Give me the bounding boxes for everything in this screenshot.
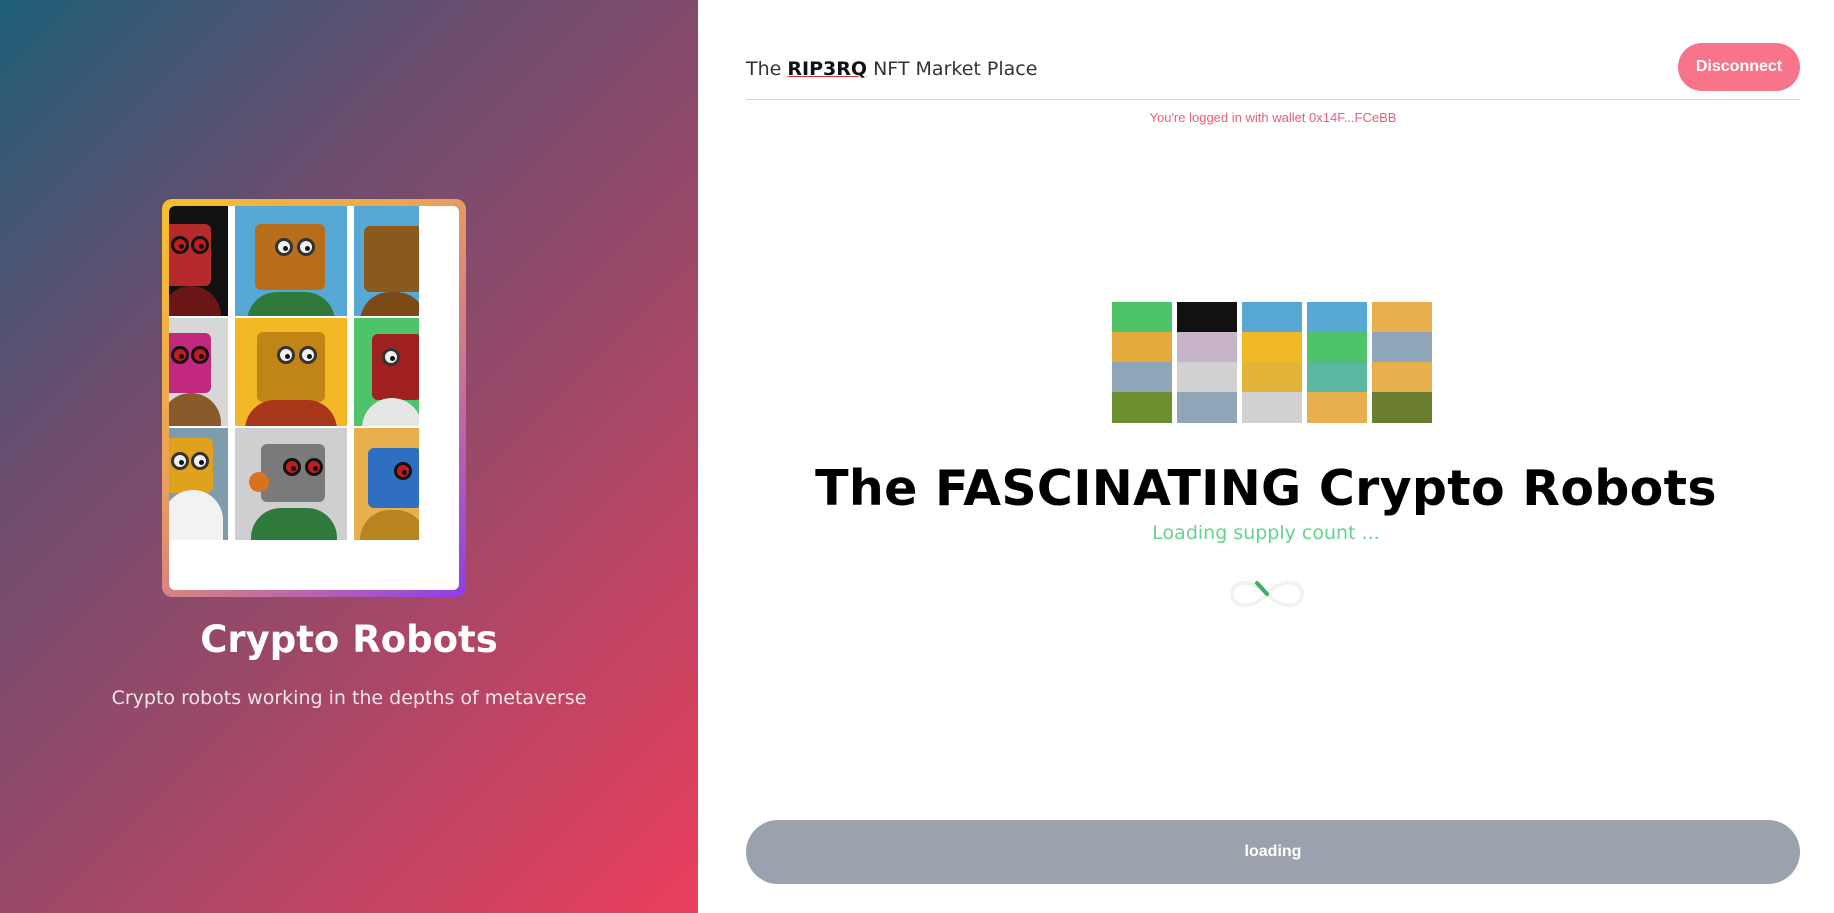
page-title: The FASCINATING Crypto Robots (815, 460, 1717, 517)
brand-suffix: NFT Market Place (873, 58, 1038, 80)
app-root: Crypto Robots Crypto robots working in t… (0, 0, 1834, 913)
wallet-notice: You're logged in with wallet 0x14F...FCe… (1149, 110, 1397, 125)
supply-status-text: Loading supply count ... (1152, 522, 1380, 544)
brand-prefix: The (746, 58, 782, 80)
brand-highlight[interactable]: RIP3RQ (787, 58, 867, 80)
collection-image-frame (162, 199, 466, 597)
mint-loading-button[interactable]: loading (746, 820, 1800, 884)
collection-description: Crypto robots working in the depths of m… (111, 687, 587, 709)
loading-spinner-icon (1229, 580, 1305, 608)
collection-preview-grid (1112, 302, 1432, 423)
collection-image (169, 206, 459, 590)
top-bar: The RIP3RQ NFT Market Place Disconnect (746, 40, 1800, 100)
collection-panel: Crypto Robots Crypto robots working in t… (0, 0, 698, 913)
disconnect-button[interactable]: Disconnect (1678, 43, 1800, 91)
collection-title: Crypto Robots (200, 618, 498, 661)
marketplace-panel: The RIP3RQ NFT Market Place Disconnect Y… (698, 0, 1834, 913)
brand-title: The RIP3RQ NFT Market Place (746, 58, 1037, 80)
